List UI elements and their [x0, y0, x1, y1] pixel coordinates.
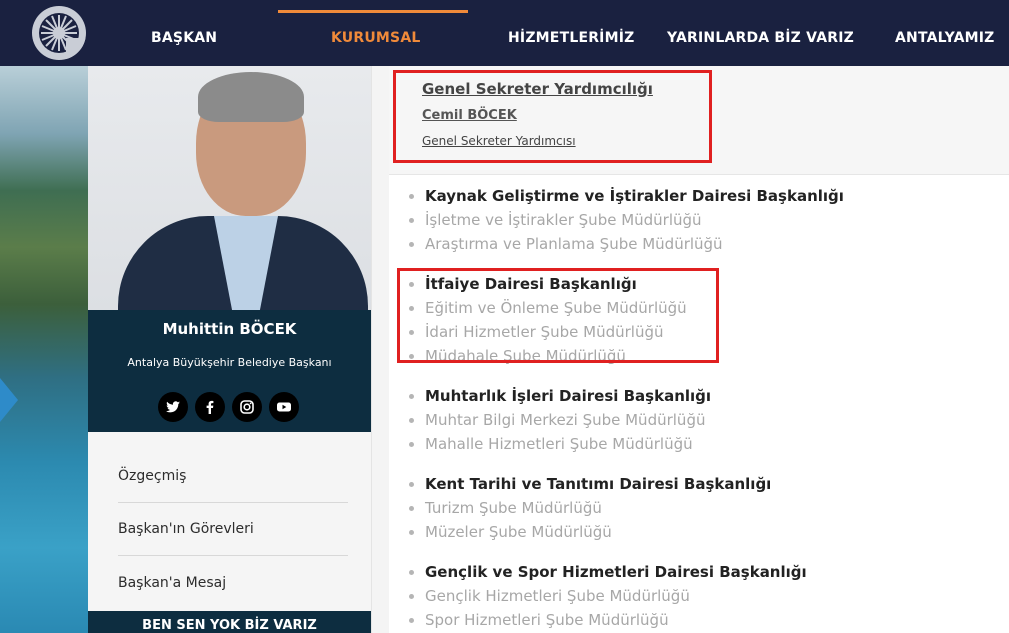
nav-item-baskan[interactable]: BAŞKAN [151, 30, 217, 46]
mayor-name: Muhittin BÖCEK [162, 320, 297, 338]
sub-department[interactable]: Muhtar Bilgi Merkezi Şube Müdürlüğü [409, 408, 999, 432]
profile-menu: Özgeçmiş Başkan'ın Görevleri Başkan'a Me… [88, 432, 371, 611]
department-heading[interactable]: Muhtarlık İşleri Dairesi Başkanlığı [409, 384, 999, 408]
sub-department[interactable]: Müzeler Şube Müdürlüğü [409, 520, 999, 544]
municipality-logo[interactable] [32, 6, 86, 60]
sub-department[interactable]: İşletme ve İştirakler Şube Müdürlüğü [409, 208, 999, 232]
department-heading[interactable]: Kaynak Geliştirme ve İştirakler Dairesi … [409, 184, 999, 208]
slider-arrow-icon[interactable] [0, 378, 18, 422]
instagram-icon[interactable] [232, 392, 262, 422]
highlight-box-fire-department [397, 268, 719, 363]
department-block: Kent Tarihi ve Tanıtımı Dairesi Başkanlı… [409, 472, 999, 544]
top-navigation: BAŞKAN KURUMSAL HİZMETLERİMİZ YARINLARDA… [0, 0, 1009, 66]
sub-department[interactable]: Araştırma ve Planlama Şube Müdürlüğü [409, 232, 999, 256]
youtube-icon[interactable] [269, 392, 299, 422]
column-divider [371, 66, 390, 633]
menu-item-baskanin-gorevleri[interactable]: Başkan'ın Görevleri [118, 521, 348, 537]
facebook-icon[interactable] [195, 392, 225, 422]
mayor-photo [88, 66, 371, 310]
department-block: Gençlik ve Spor Hizmetleri Dairesi Başka… [409, 560, 999, 632]
slogan-bar: BEN SEN YOK BİZ VARIZ [88, 611, 371, 633]
active-tab-indicator [278, 10, 468, 13]
sub-department[interactable]: Mahalle Hizmetleri Şube Müdürlüğü [409, 432, 999, 456]
menu-divider [118, 555, 348, 556]
scenic-background-image [0, 66, 88, 633]
mayor-title: Antalya Büyükşehir Belediye Başkanı [127, 356, 332, 369]
menu-divider [118, 502, 348, 503]
department-heading[interactable]: Kent Tarihi ve Tanıtımı Dairesi Başkanlı… [409, 472, 999, 496]
social-links [158, 392, 301, 424]
department-block: Muhtarlık İşleri Dairesi Başkanlığı Muht… [409, 384, 999, 456]
menu-item-baskana-mesaj[interactable]: Başkan'a Mesaj [118, 575, 348, 591]
mayor-profile-panel: Muhittin BÖCEK Antalya Büyükşehir Beledi… [88, 66, 371, 633]
sub-department[interactable]: Spor Hizmetleri Şube Müdürlüğü [409, 608, 999, 632]
department-block: Kaynak Geliştirme ve İştirakler Dairesi … [409, 184, 999, 256]
nav-item-hizmetlerimiz[interactable]: HİZMETLERİMİZ [508, 30, 635, 46]
nav-item-antalyamiz[interactable]: ANTALYAMIZ [895, 30, 995, 46]
menu-item-ozgecmis[interactable]: Özgeçmiş [118, 468, 348, 484]
sub-department[interactable]: Turizm Şube Müdürlüğü [409, 496, 999, 520]
highlight-box-secretary [393, 70, 712, 163]
sub-department[interactable]: Gençlik Hizmetleri Şube Müdürlüğü [409, 584, 999, 608]
nav-item-kurumsal[interactable]: KURUMSAL [331, 30, 421, 46]
nav-item-yarinlarda-biz-variz[interactable]: YARINLARDA BİZ VARIZ [667, 30, 854, 46]
department-heading[interactable]: Gençlik ve Spor Hizmetleri Dairesi Başka… [409, 560, 999, 584]
twitter-icon[interactable] [158, 392, 188, 422]
